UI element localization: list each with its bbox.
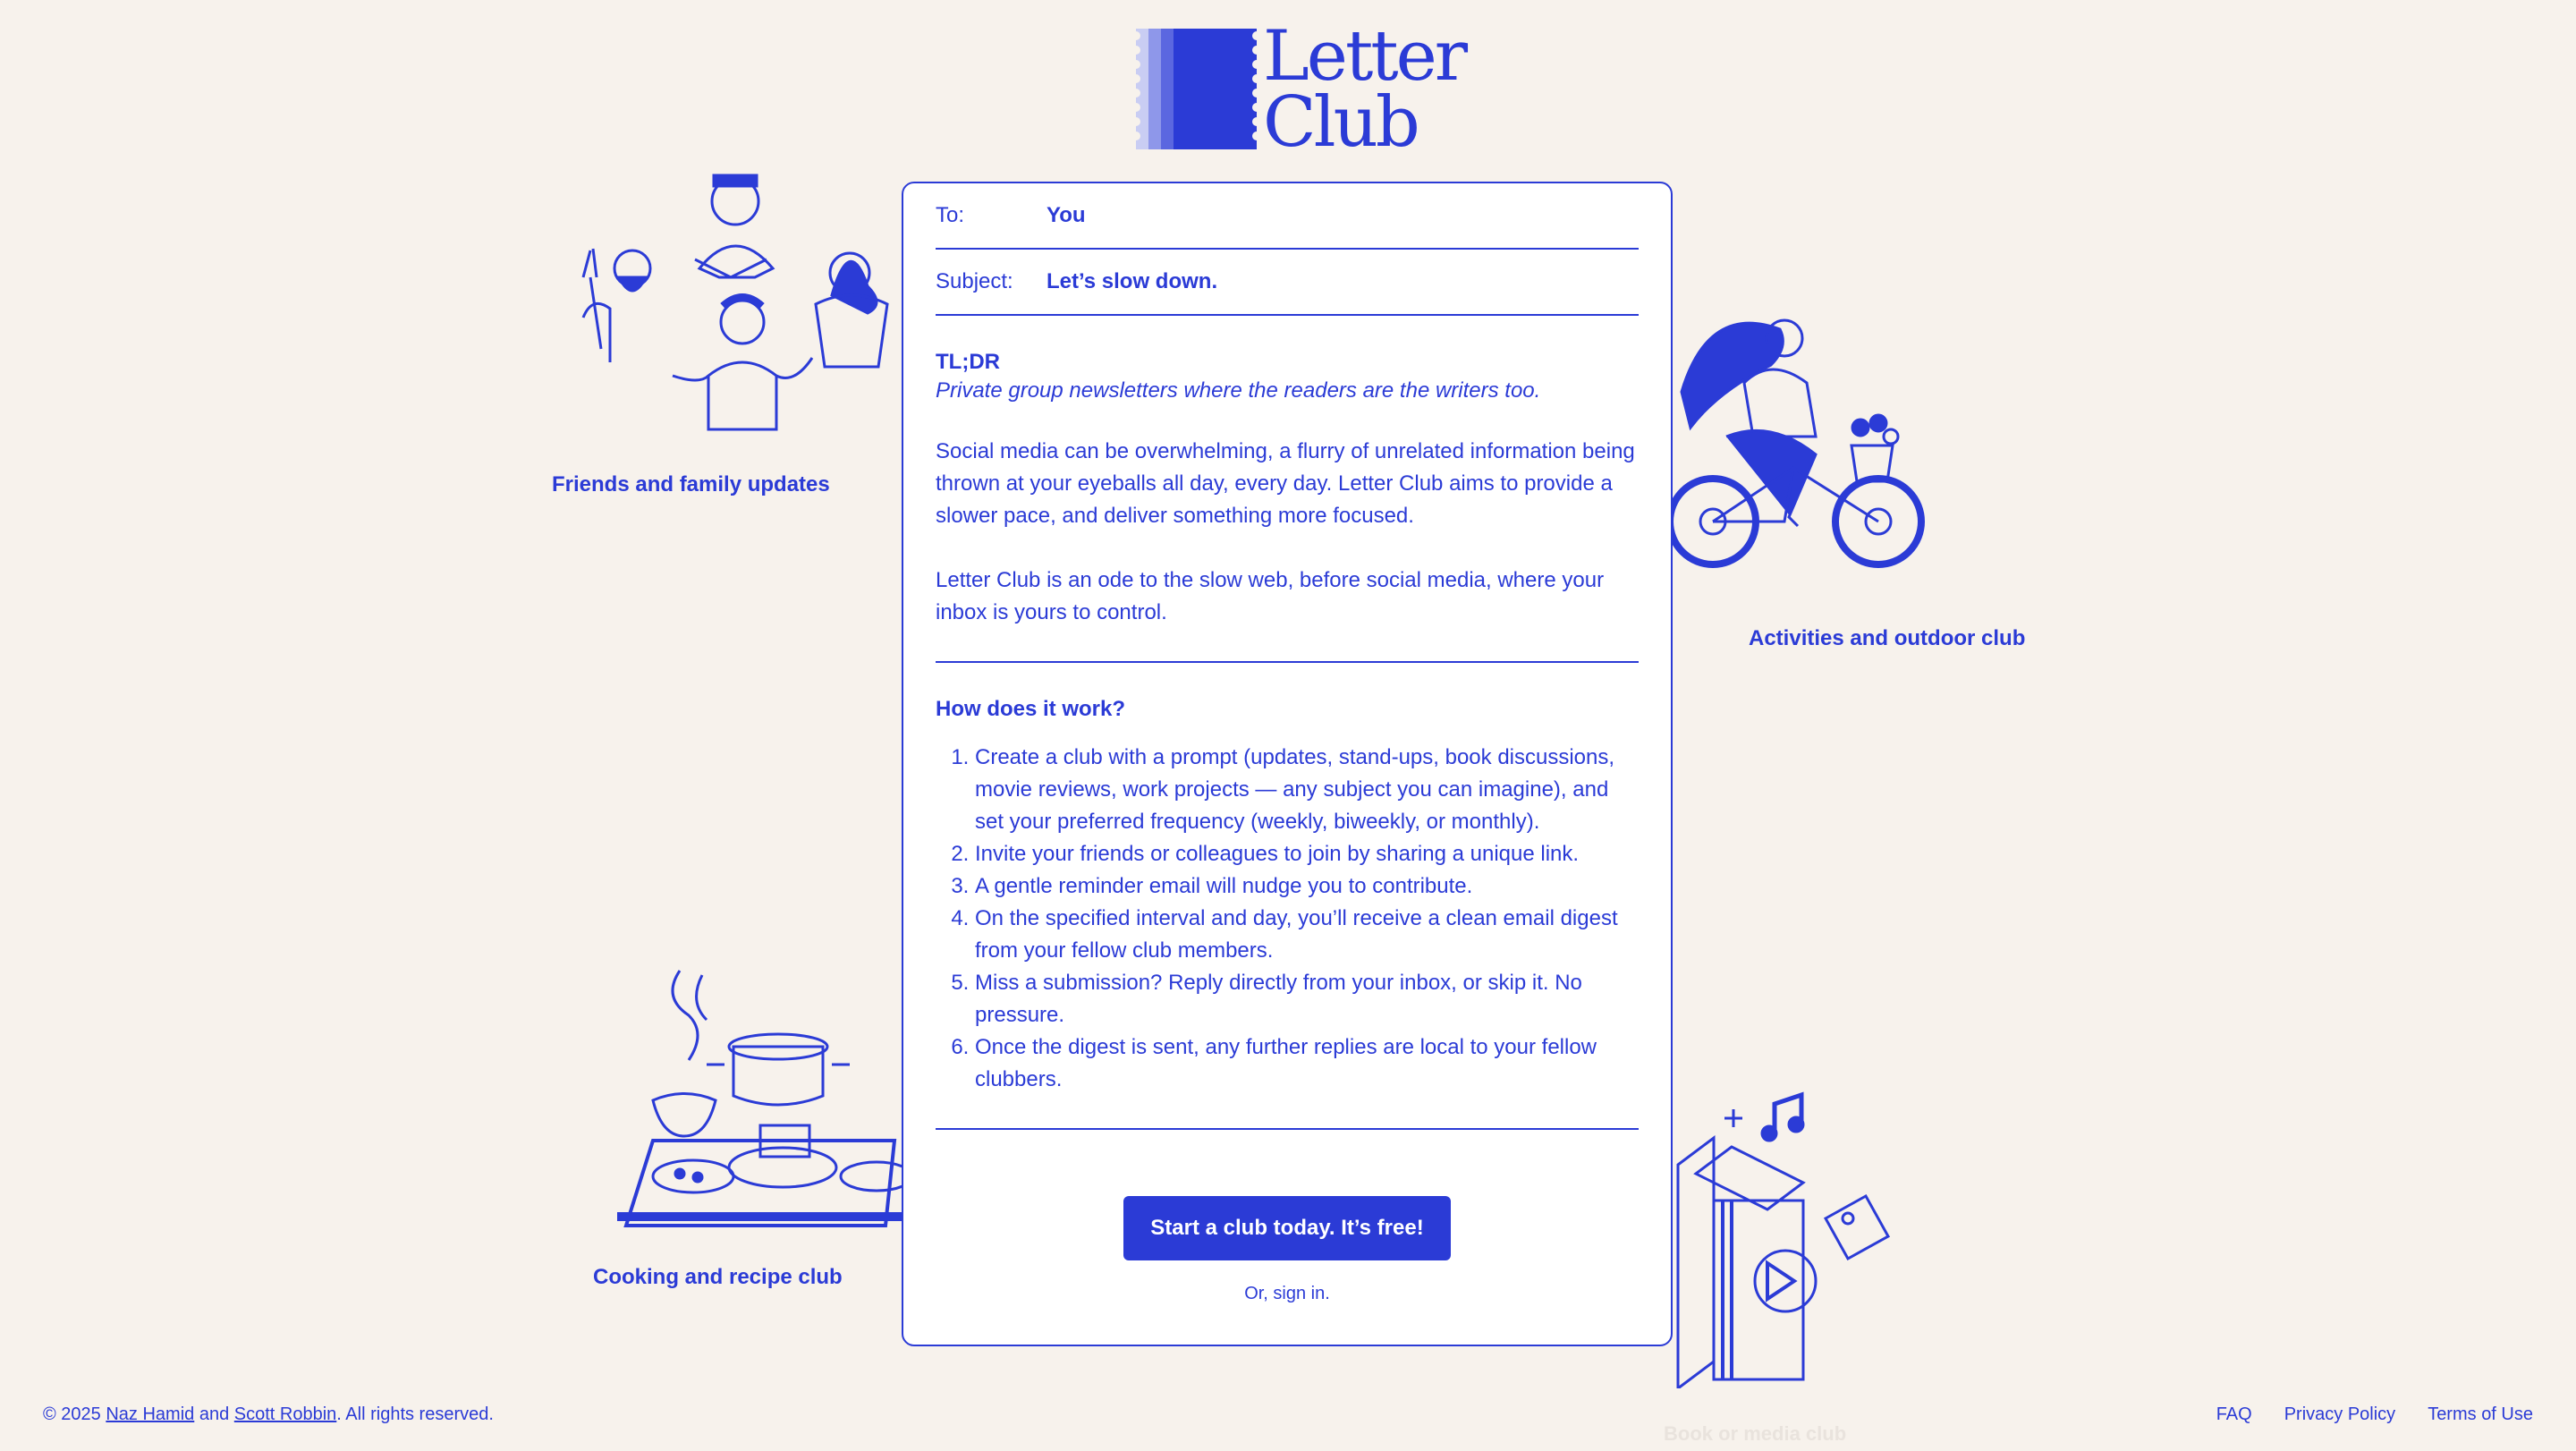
footer-links: FAQ Privacy Policy Terms of Use xyxy=(2216,1404,2533,1425)
intro-paragraph-2: Letter Club is an ode to the slow web, b… xyxy=(936,568,1605,624)
subject-row: Subject: Let’s slow down. xyxy=(936,250,1639,316)
and-text: and xyxy=(199,1404,230,1424)
tldr-summary: Private group newsletters where the read… xyxy=(936,378,1541,403)
signin-row: Or, sign in. xyxy=(903,1284,1671,1304)
intro-paragraph-1: Social media can be overwhelming, a flur… xyxy=(936,439,1635,528)
author-link-scott[interactable]: Scott Robbin xyxy=(234,1404,337,1424)
start-club-button[interactable]: Start a club today. It’s free! xyxy=(1123,1196,1451,1260)
to-label: To: xyxy=(936,203,965,227)
faq-link[interactable]: FAQ xyxy=(2216,1404,2252,1425)
step-item: On the specified interval and day, you’l… xyxy=(975,903,1639,967)
sign-in-link[interactable]: Or, sign in. xyxy=(1244,1284,1330,1303)
step-item: Once the digest is sent, any further rep… xyxy=(975,1031,1639,1096)
label-media: Book or media club xyxy=(1664,1422,1847,1445)
label-friends: Friends and family updates xyxy=(552,472,830,496)
subject-label: Subject: xyxy=(936,269,1013,293)
to-row: To: You xyxy=(936,183,1639,250)
cyclist-illustration xyxy=(1673,318,1925,568)
media-illustration xyxy=(1676,1091,1891,1388)
tldr-heading: TL;DR xyxy=(936,350,1000,374)
steps-list: Create a club with a prompt (updates, st… xyxy=(936,742,1639,1096)
logo-line-1: Letter xyxy=(1263,16,1468,97)
logo-line-2: Club xyxy=(1263,82,1420,163)
footer-copyright: © 2025 Naz Hamid and Scott Robbin. All r… xyxy=(43,1404,494,1425)
step-item: Miss a submission? Reply directly from y… xyxy=(975,967,1639,1031)
step-item: Create a club with a prompt (updates, st… xyxy=(975,742,1639,838)
privacy-policy-link[interactable]: Privacy Policy xyxy=(2284,1404,2395,1425)
subject-value: Let’s slow down. xyxy=(1046,269,1218,293)
to-value: You xyxy=(1046,203,1086,227)
stamp-icon xyxy=(1136,29,1257,149)
step-item: Invite your friends or colleagues to joi… xyxy=(975,838,1639,870)
how-it-works-heading: How does it work? xyxy=(936,697,1126,721)
label-cooking: Cooking and recipe club xyxy=(593,1265,843,1289)
logo-wordmark: Letter Club xyxy=(1263,16,1468,163)
letter-club-logo[interactable]: Letter Club xyxy=(1136,21,1468,157)
divider xyxy=(936,661,1639,663)
divider xyxy=(936,1128,1639,1130)
friends-illustration xyxy=(581,174,889,431)
letter-card: To: You Subject: Let’s slow down. TL;DR … xyxy=(902,182,1673,1346)
cta-wrap: Start a club today. It’s free! xyxy=(903,1196,1671,1260)
author-link-naz[interactable]: Naz Hamid xyxy=(106,1404,194,1424)
terms-of-use-link[interactable]: Terms of Use xyxy=(2428,1404,2533,1425)
cooking-illustration xyxy=(617,970,903,1227)
rights-text: . All rights reserved. xyxy=(336,1404,494,1424)
copyright-year: © 2025 xyxy=(43,1404,101,1424)
step-item: A gentle reminder email will nudge you t… xyxy=(975,870,1639,903)
label-activities: Activities and outdoor club xyxy=(1749,626,2026,650)
